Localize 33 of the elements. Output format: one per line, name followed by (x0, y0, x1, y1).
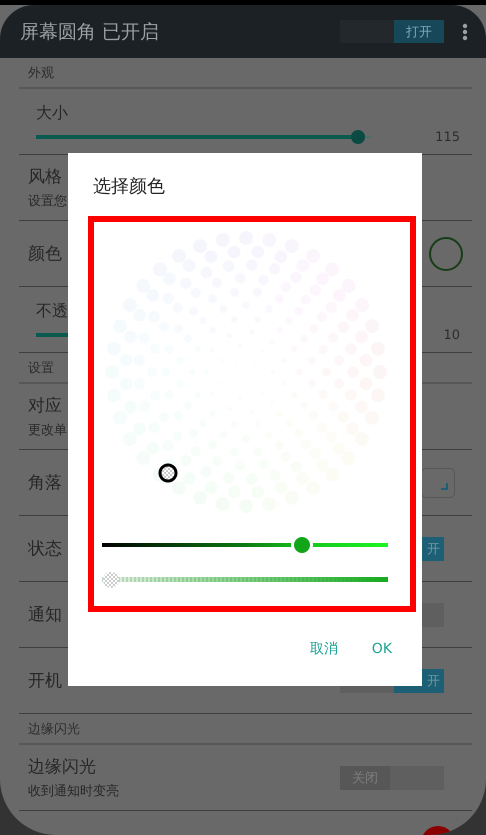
dialog-button[interactable]: OK (362, 633, 402, 665)
slider-value: 115 (435, 130, 460, 144)
section-header: 设置 (28, 360, 54, 376)
setting-title: 对应 (28, 395, 63, 417)
setting-title: 通知 (28, 604, 62, 626)
section-header: 边缘闪光 (28, 720, 80, 738)
setting-title: 开机 (28, 670, 62, 692)
setting-subtitle: 收到通知时变亮 (28, 783, 119, 800)
corner-icon (438, 480, 450, 492)
setting-title: 不透 (36, 300, 69, 322)
setting-title: 状态 (28, 538, 62, 560)
alpha-slider[interactable] (102, 572, 388, 588)
setting-subtitle: 更改单 (28, 422, 67, 439)
dialog-title: 选择颜色 (92, 174, 166, 198)
setting-title: 颜色 (28, 243, 62, 265)
lightness-slider[interactable] (102, 537, 388, 553)
setting-title: 角落 (28, 472, 62, 494)
slider-thumb[interactable] (294, 537, 310, 553)
section-header: 外观 (28, 64, 54, 82)
slider-value: 10 (443, 328, 460, 342)
setting-title: 大小 (36, 102, 69, 124)
color-selector-handle[interactable] (158, 464, 178, 482)
setting-title: 边缘闪光 (28, 756, 97, 778)
more-icon[interactable] (462, 22, 468, 40)
slider-thumb[interactable] (102, 572, 119, 588)
dialog-button[interactable]: 取消 (300, 632, 348, 666)
color-wheel-drawing[interactable] (105, 231, 387, 513)
setting-title: 风格 (28, 166, 63, 188)
slider-thumb[interactable] (350, 130, 365, 144)
toggle-switch[interactable]: 打开 (340, 20, 444, 43)
setting-subtitle: 设置您 (28, 193, 67, 210)
app-title: 屏幕圆角 已开启 (20, 20, 160, 44)
color-swatch-icon[interactable] (428, 236, 464, 272)
